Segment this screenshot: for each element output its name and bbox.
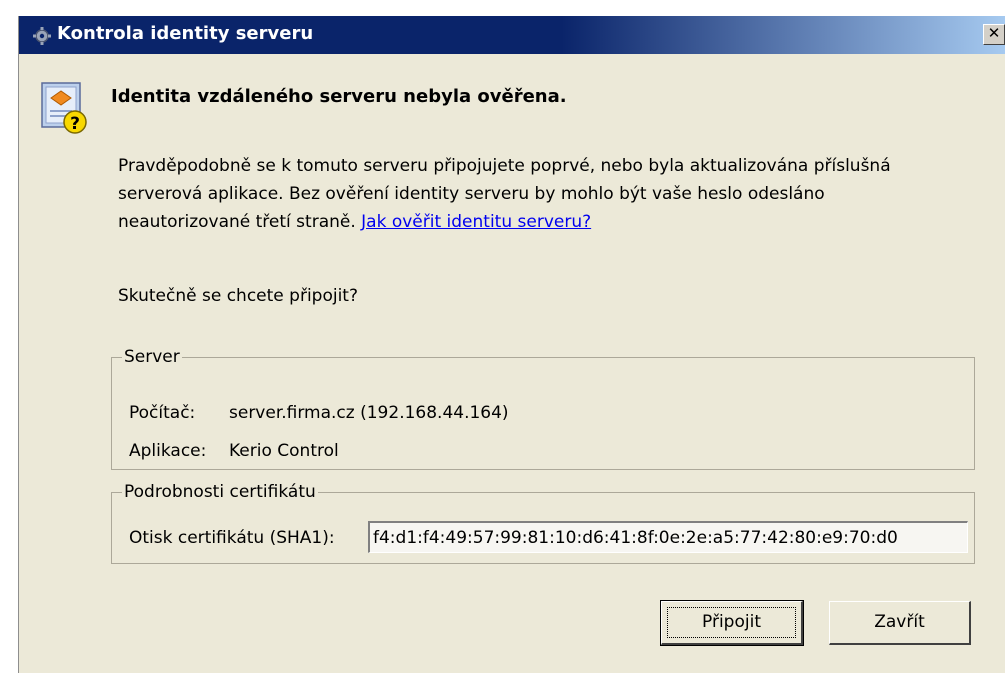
warning-message: Pravděpodobně se k tomuto serveru připoj… bbox=[118, 152, 988, 236]
verify-identity-link[interactable]: Jak ověřit identitu serveru? bbox=[361, 212, 591, 232]
message-line-2: serverová aplikace. Bez ověření identity… bbox=[118, 184, 825, 204]
application-label: Aplikace: bbox=[129, 441, 207, 461]
close-button-label: Zavřít bbox=[874, 612, 925, 632]
connect-button-label: Připojit bbox=[702, 612, 761, 632]
message-line-1: Pravděpodobně se k tomuto serveru připoj… bbox=[118, 156, 891, 176]
svg-text:?: ? bbox=[70, 114, 80, 134]
gear-icon bbox=[33, 27, 51, 45]
connect-button[interactable]: Připojit bbox=[660, 600, 804, 646]
certificate-legend: Podrobnosti certifikátu bbox=[124, 482, 316, 502]
fingerprint-field[interactable] bbox=[368, 521, 968, 553]
dialog-heading: Identita vzdáleného serveru nebyla ověře… bbox=[111, 86, 567, 107]
title-bar[interactable]: Kontrola identity serveru ✕ bbox=[19, 16, 1005, 54]
certificate-question-icon: ? bbox=[41, 82, 87, 134]
application-value: Kerio Control bbox=[229, 441, 339, 461]
server-legend: Server bbox=[124, 347, 180, 367]
window-title: Kontrola identity serveru bbox=[57, 23, 314, 44]
confirm-question: Skutečně se chcete připojit? bbox=[118, 286, 359, 306]
computer-value: server.firma.cz (192.168.44.164) bbox=[229, 403, 509, 423]
close-button[interactable]: Zavřít bbox=[829, 601, 971, 645]
server-groupbox: Server Počítač: server.firma.cz (192.168… bbox=[111, 347, 975, 470]
certificate-groupbox: Podrobnosti certifikátu Otisk certifikát… bbox=[111, 482, 975, 564]
computer-label: Počítač: bbox=[129, 403, 196, 423]
close-icon[interactable]: ✕ bbox=[983, 24, 1005, 45]
dialog-window: Kontrola identity serveru ✕ ? Identita v… bbox=[18, 16, 1005, 673]
fingerprint-label: Otisk certifikátu (SHA1): bbox=[129, 528, 335, 548]
message-line-3: neautorizované třetí straně. bbox=[118, 212, 356, 232]
